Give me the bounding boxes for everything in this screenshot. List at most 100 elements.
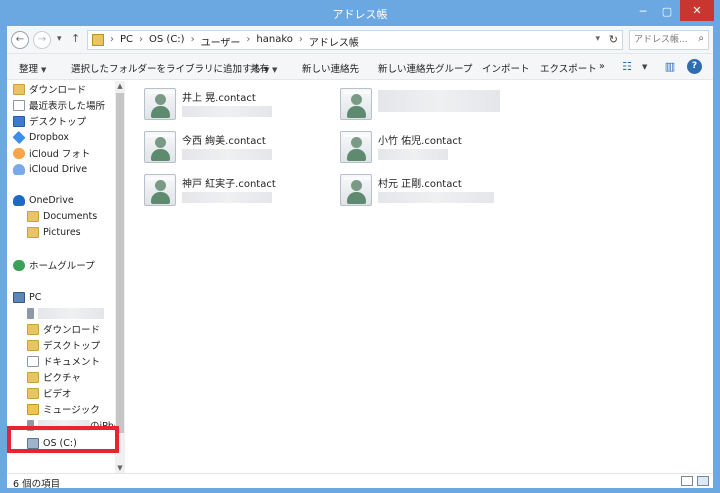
contact-name: 井上 晃.contact: [182, 93, 256, 104]
dropbox-icon: [12, 130, 26, 144]
add-to-library-button[interactable]: 選択したフォルダーをライブラリに追加する ▼: [71, 61, 269, 75]
new-contact-group-button[interactable]: 新しい連絡先グループ: [378, 61, 472, 75]
contact-item[interactable]: 村元 正剛.contact: [340, 172, 530, 210]
scroll-down-button[interactable]: ▼: [115, 463, 125, 473]
contact-item[interactable]: 今西 絢美.contact: [144, 129, 334, 167]
status-bar: 6 個の項目: [7, 473, 713, 490]
nav-item-icloud-photos[interactable]: iCloud フォト: [13, 145, 90, 161]
import-button[interactable]: インポート: [482, 61, 530, 75]
file-list: 井上 晃.contact 今西 絢美.contact 小竹 佑児.contact…: [126, 81, 713, 473]
view-dropdown-button[interactable]: ▼: [639, 61, 647, 72]
contact-item[interactable]: 小竹 佑児.contact: [340, 129, 530, 167]
contact-icon: [340, 174, 372, 206]
downloads-folder-icon: [13, 83, 25, 95]
contact-item[interactable]: [340, 86, 530, 124]
breadcrumb-address-book[interactable]: アドレス帳: [309, 34, 359, 49]
nav-item-icloud-drive[interactable]: iCloud Drive: [13, 161, 87, 177]
contact-name: 村元 正剛.contact: [378, 179, 462, 190]
maximize-button[interactable]: ▢: [654, 2, 680, 22]
nav-item-redacted-device[interactable]: [27, 305, 104, 321]
navigation-pane: ダウンロード 最近表示した場所 デスクトップ Dropbox iCloud フォ…: [7, 81, 125, 473]
contact-name: 神戸 紅実子.contact: [182, 179, 276, 190]
refresh-icon[interactable]: ↻: [609, 33, 618, 46]
scroll-up-button[interactable]: ▲: [115, 81, 125, 91]
redacted-text: [378, 192, 494, 203]
breadcrumb-hanako[interactable]: hanako: [256, 34, 292, 49]
redacted-text: [182, 192, 272, 203]
breadcrumb[interactable]: › PC › OS (C:) › ユーザー › hanako › アドレス帳 ▾…: [87, 30, 623, 50]
pictures-folder-icon: [27, 371, 39, 383]
search-box[interactable]: ⌕: [629, 30, 709, 50]
back-button[interactable]: ←: [11, 31, 29, 49]
nav-item-pc-downloads[interactable]: ダウンロード: [27, 321, 100, 337]
icloud-drive-icon: [13, 163, 25, 175]
nav-item-dropbox[interactable]: Dropbox: [12, 129, 69, 145]
search-icon[interactable]: ⌕: [698, 33, 704, 44]
breadcrumb-os-drive[interactable]: OS (C:): [149, 34, 185, 49]
desktop-icon: [13, 115, 25, 127]
contact-icon: [144, 174, 176, 206]
explorer-window: ← → ▾ ↑ › PC › OS (C:) › ユーザー › hanako ›…: [7, 26, 713, 490]
redacted-text: [378, 149, 448, 160]
address-dropdown-button[interactable]: ▾: [595, 34, 600, 44]
minimize-button[interactable]: ─: [630, 2, 656, 22]
downloads-folder-icon: [27, 323, 39, 335]
details-view-icon[interactable]: [681, 476, 693, 486]
large-icons-view-icon[interactable]: [697, 476, 709, 486]
folder-icon: [92, 34, 104, 46]
change-view-icon[interactable]: ☷: [619, 59, 635, 74]
export-button[interactable]: エクスポート: [540, 61, 597, 75]
command-bar: 整理 ▼ 選択したフォルダーをライブラリに追加する ▼ 共有 ▼ 新しい連絡先 新しい…: [7, 54, 713, 80]
phone-icon: [27, 307, 34, 319]
music-folder-icon: [27, 403, 39, 415]
nav-item-onedrive-pictures[interactable]: Pictures: [27, 224, 81, 240]
nav-item-pc-documents[interactable]: ドキュメント: [27, 353, 100, 369]
recent-locations-button[interactable]: ▾: [57, 34, 62, 44]
title-bar: アドレス帳 ─ ▢ ✕: [0, 0, 720, 26]
icloud-photos-icon: [13, 147, 25, 159]
computer-icon: [13, 291, 25, 303]
redacted-text: [378, 90, 500, 112]
redacted-text: [182, 106, 272, 117]
nav-scrollbar[interactable]: ▲ ▼: [115, 81, 125, 473]
nav-item-pc-pictures[interactable]: ピクチャ: [27, 369, 81, 385]
share-button[interactable]: 共有 ▼: [250, 61, 277, 75]
address-bar: ← → ▾ ↑ › PC › OS (C:) › ユーザー › hanako ›…: [7, 26, 713, 54]
window-title: アドレス帳: [332, 8, 388, 21]
contact-icon: [144, 131, 176, 163]
desktop-folder-icon: [27, 339, 39, 351]
breadcrumb-users[interactable]: ユーザー: [201, 34, 241, 49]
up-button[interactable]: ↑: [71, 32, 80, 45]
preview-pane-icon[interactable]: ▥: [662, 59, 678, 74]
nav-item-downloads[interactable]: ダウンロード: [13, 81, 86, 97]
more-commands-button[interactable]: »: [599, 61, 605, 72]
nav-item-pc-music[interactable]: ミュージック: [27, 401, 100, 417]
contact-icon: [340, 131, 372, 163]
new-contact-button[interactable]: 新しい連絡先: [302, 61, 359, 75]
videos-folder-icon: [27, 387, 39, 399]
search-input[interactable]: [634, 32, 694, 48]
nav-item-pc-videos[interactable]: ビデオ: [27, 385, 72, 401]
nav-item-pc[interactable]: PC: [13, 289, 41, 305]
help-icon[interactable]: ?: [687, 59, 702, 74]
folder-icon: [27, 226, 39, 238]
forward-button[interactable]: →: [33, 31, 51, 49]
breadcrumb-pc[interactable]: PC: [120, 34, 133, 49]
contact-item[interactable]: 神戸 紅実子.contact: [144, 172, 334, 210]
contact-item[interactable]: 井上 晃.contact: [144, 86, 334, 124]
scroll-thumb[interactable]: [116, 93, 124, 433]
nav-item-onedrive-documents[interactable]: Documents: [27, 208, 97, 224]
nav-item-desktop[interactable]: デスクトップ: [13, 113, 86, 129]
nav-item-pc-desktop[interactable]: デスクトップ: [27, 337, 100, 353]
nav-item-homegroup[interactable]: ホームグループ: [13, 257, 95, 273]
folder-icon: [27, 210, 39, 222]
redacted-text: [182, 149, 272, 160]
nav-item-onedrive[interactable]: OneDrive: [13, 192, 74, 208]
documents-folder-icon: [27, 355, 39, 367]
contact-icon: [144, 88, 176, 120]
nav-item-recent-places[interactable]: 最近表示した場所: [13, 97, 105, 113]
homegroup-icon: [13, 259, 25, 271]
organize-button[interactable]: 整理 ▼: [19, 61, 46, 75]
contact-icon: [340, 88, 372, 120]
close-button[interactable]: ✕: [680, 0, 714, 21]
